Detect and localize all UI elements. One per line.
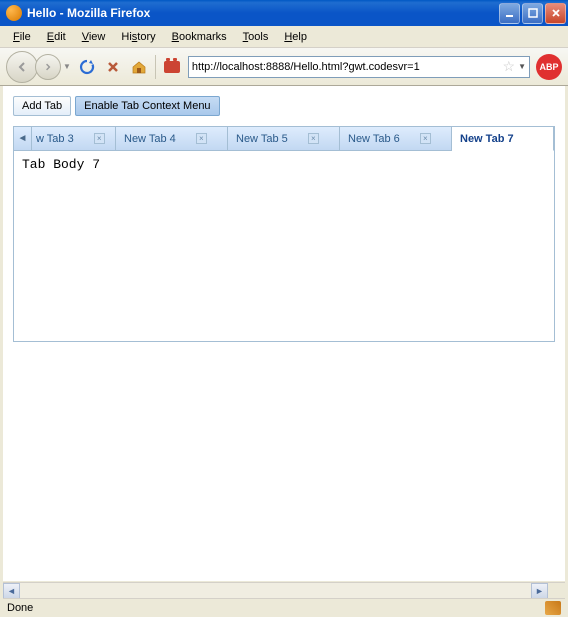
- menu-tools[interactable]: Tools: [235, 29, 277, 45]
- back-button[interactable]: [6, 51, 38, 83]
- url-input[interactable]: [192, 61, 501, 73]
- scroll-left-button[interactable]: ◄: [3, 583, 20, 599]
- menu-file[interactable]: File: [5, 29, 39, 45]
- tab-3[interactable]: w Tab 3 ×: [32, 127, 116, 150]
- url-dropdown-icon[interactable]: ▼: [518, 62, 526, 71]
- close-button[interactable]: [545, 3, 566, 24]
- status-tool-icon[interactable]: [545, 601, 561, 615]
- tab-close-icon[interactable]: ×: [196, 133, 207, 144]
- enable-context-menu-button[interactable]: Enable Tab Context Menu: [75, 96, 219, 116]
- tab-label: New Tab 5: [236, 133, 288, 145]
- lego-icon[interactable]: [162, 57, 182, 77]
- tab-body: Tab Body 7: [14, 151, 554, 341]
- tab-scroll-left[interactable]: ◄: [14, 127, 32, 150]
- maximize-button[interactable]: [522, 3, 543, 24]
- url-bar[interactable]: ☆ ▼: [188, 56, 530, 78]
- minimize-button[interactable]: [499, 3, 520, 24]
- page-content: Add Tab Enable Tab Context Menu ◄ w Tab …: [3, 86, 565, 581]
- window-titlebar: Hello - Mozilla Firefox: [0, 0, 568, 26]
- horizontal-scrollbar[interactable]: ◄ ►: [3, 582, 565, 599]
- firefox-icon: [6, 5, 22, 21]
- tab-6[interactable]: New Tab 6 ×: [340, 127, 452, 150]
- menubar: File Edit View History Bookmarks Tools H…: [0, 26, 568, 48]
- home-button[interactable]: [129, 57, 149, 77]
- window-title: Hello - Mozilla Firefox: [27, 6, 499, 20]
- browser-toolbar: ▼ ☆ ▼ ABP: [0, 48, 568, 86]
- menu-history[interactable]: History: [113, 29, 163, 45]
- statusbar: Done: [3, 598, 565, 616]
- tab-label: New Tab 6: [348, 133, 400, 145]
- bookmark-star-icon[interactable]: ☆: [503, 58, 516, 75]
- tab-panel: ◄ w Tab 3 × New Tab 4 × New Tab 5 × New …: [13, 126, 555, 342]
- forward-button[interactable]: [35, 54, 61, 80]
- tab-label: New Tab 7: [460, 133, 514, 145]
- tab-close-icon[interactable]: ×: [308, 133, 319, 144]
- tab-strip: ◄ w Tab 3 × New Tab 4 × New Tab 5 × New …: [14, 127, 554, 151]
- menu-view[interactable]: View: [74, 29, 114, 45]
- tab-4[interactable]: New Tab 4 ×: [116, 127, 228, 150]
- menu-bookmarks[interactable]: Bookmarks: [164, 29, 235, 45]
- tab-label: w Tab 3: [36, 133, 74, 145]
- nav-dropdown-icon[interactable]: ▼: [63, 62, 71, 71]
- add-tab-button[interactable]: Add Tab: [13, 96, 71, 116]
- tab-7[interactable]: New Tab 7: [452, 127, 554, 151]
- tab-5[interactable]: New Tab 5 ×: [228, 127, 340, 150]
- scroll-corner: [548, 583, 565, 599]
- scroll-track[interactable]: [20, 583, 531, 599]
- status-text: Done: [7, 602, 545, 614]
- tab-label: New Tab 4: [124, 133, 176, 145]
- menu-help[interactable]: Help: [276, 29, 315, 45]
- tab-close-icon[interactable]: ×: [420, 133, 431, 144]
- scroll-right-button[interactable]: ►: [531, 583, 548, 599]
- abp-button[interactable]: ABP: [536, 54, 562, 80]
- menu-edit[interactable]: Edit: [39, 29, 74, 45]
- stop-button[interactable]: [103, 57, 123, 77]
- reload-button[interactable]: [77, 57, 97, 77]
- tab-close-icon[interactable]: ×: [94, 133, 105, 144]
